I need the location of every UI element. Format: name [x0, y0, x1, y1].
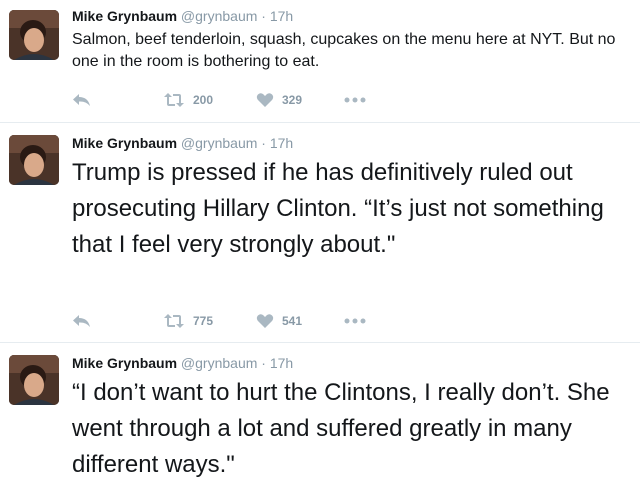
author-name[interactable]: Mike Grynbaum [72, 135, 177, 151]
like-count: 541 [282, 314, 303, 328]
reply-icon [73, 315, 90, 327]
timestamp[interactable]: 17h [270, 355, 293, 371]
separator: · [261, 355, 266, 371]
avatar[interactable] [9, 355, 59, 405]
more-button[interactable] [344, 97, 366, 103]
more-button[interactable] [344, 318, 366, 324]
separator: · [261, 8, 266, 24]
heart-icon [256, 314, 274, 328]
timestamp[interactable]: 17h [270, 8, 293, 24]
avatar[interactable] [9, 10, 59, 60]
reply-button[interactable] [72, 92, 92, 108]
avatar-photo [9, 135, 59, 185]
more-icon [344, 318, 366, 324]
avatar[interactable] [9, 135, 59, 185]
avatar-photo [9, 355, 59, 405]
author-handle[interactable]: @grynbaum [181, 8, 257, 24]
heart-icon [256, 93, 274, 107]
tweet-2[interactable]: Mike Grynbaum @grynbaum · 17h Trump is p… [0, 123, 640, 343]
avatar-photo [9, 10, 59, 60]
tweet-header: Mike Grynbaum @grynbaum · 17h [72, 355, 293, 371]
tweet-text: Trump is pressed if he has definitively … [72, 159, 604, 258]
retweet-count: 200 [193, 93, 214, 107]
tweet-3[interactable]: Mike Grynbaum @grynbaum · 17h “I don’t w… [0, 343, 640, 490]
retweet-icon [164, 314, 184, 328]
tweet-text: “I don’t want to hurt the Clintons, I re… [72, 379, 610, 478]
author-name[interactable]: Mike Grynbaum [72, 8, 177, 24]
more-icon [344, 97, 366, 103]
like-button[interactable]: 329 [256, 92, 302, 108]
reply-button[interactable] [72, 313, 92, 329]
tweet-text: Salmon, beef tenderloin, squash, cupcake… [72, 31, 616, 70]
author-name[interactable]: Mike Grynbaum [72, 355, 177, 371]
like-button[interactable]: 541 [256, 313, 302, 329]
retweet-icon [164, 93, 184, 107]
tweet-1[interactable]: Mike Grynbaum @grynbaum · 17h Salmon, be… [0, 0, 640, 123]
tweet-header: Mike Grynbaum @grynbaum · 17h [72, 8, 293, 24]
retweet-count: 775 [193, 314, 214, 328]
author-handle[interactable]: @grynbaum [181, 355, 257, 371]
timestamp[interactable]: 17h [270, 135, 293, 151]
like-count: 329 [282, 93, 303, 107]
retweet-button[interactable]: 775 [163, 313, 213, 329]
tweet-header: Mike Grynbaum @grynbaum · 17h [72, 135, 293, 151]
separator: · [261, 135, 266, 151]
retweet-button[interactable]: 200 [163, 92, 213, 108]
reply-icon [73, 94, 90, 106]
author-handle[interactable]: @grynbaum [181, 135, 257, 151]
